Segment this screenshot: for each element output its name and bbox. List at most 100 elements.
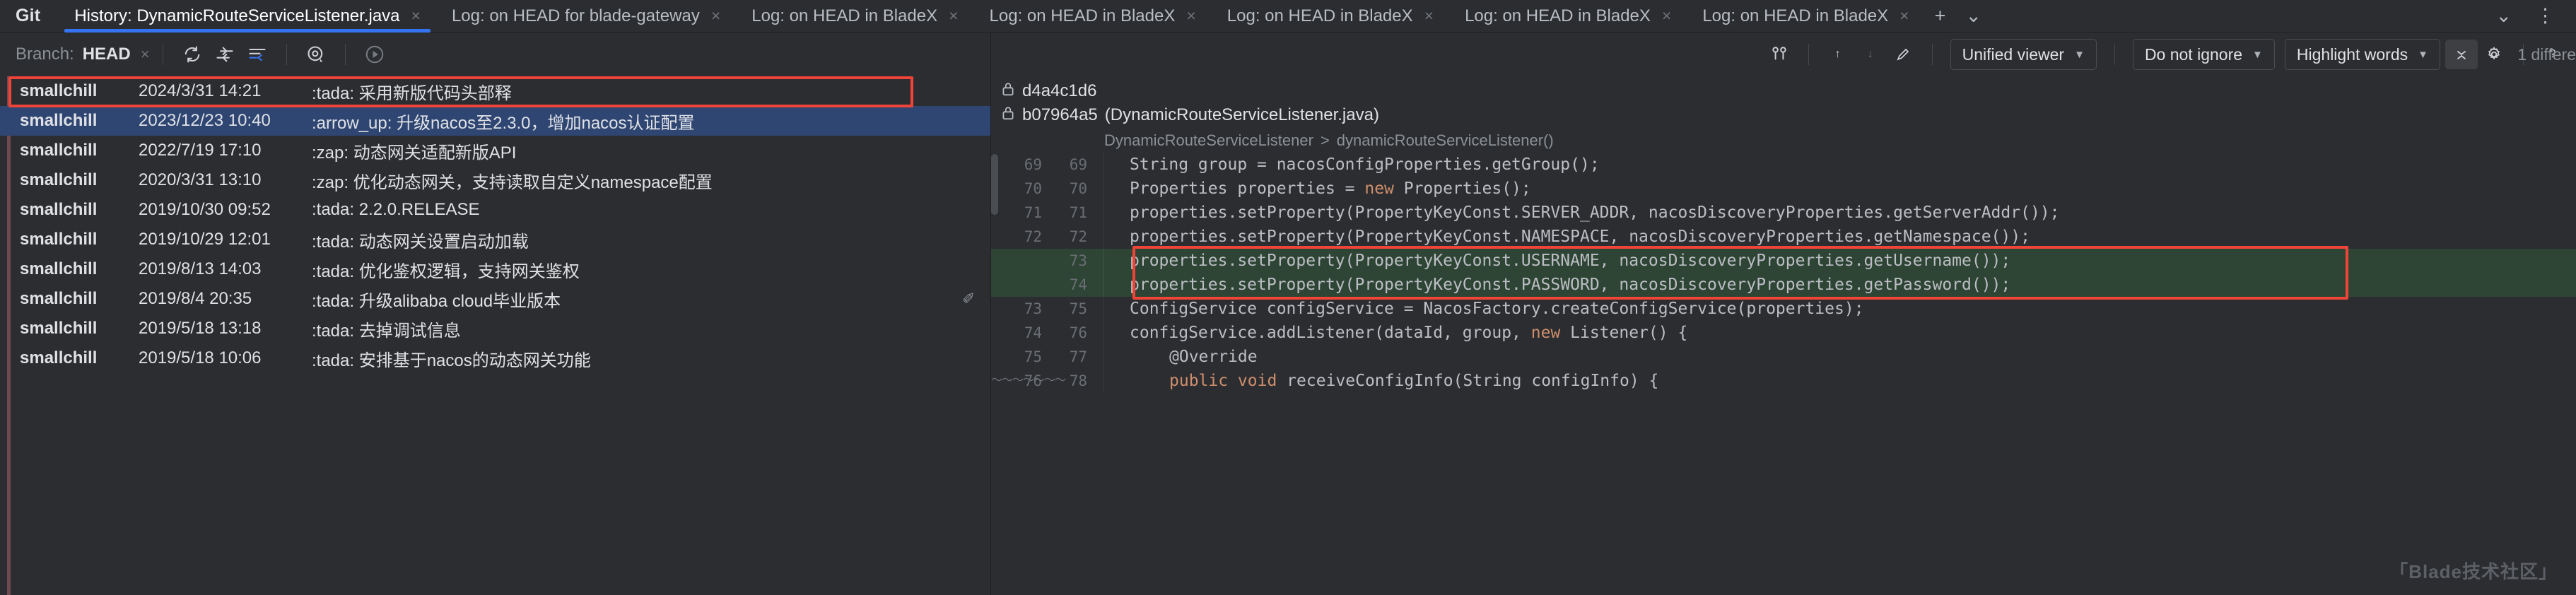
run-icon[interactable] [358,40,391,69]
table-row[interactable]: smallchill 2022/7/19 17:10 :zap: 动态网关适配新… [0,136,990,165]
commit-author: smallchill [20,81,98,100]
table-row[interactable]: smallchill 2024/3/31 14:21 :tada: 采用新版代码… [0,76,990,106]
revision-hash[interactable]: d4a4c1d6 [1022,81,1096,101]
breadcrumb-class[interactable]: DynamicRouteServiceListener [1104,131,1313,150]
close-icon[interactable]: × [949,8,958,24]
commit-author: smallchill [20,141,98,160]
compare-branches-icon[interactable] [1763,40,1796,69]
commit-subject: :tada: 动态网关设置启动加载 [312,232,529,252]
tab-log-bladex-3[interactable]: Log: on HEAD in BladeX × [1212,0,1449,32]
tabbar-window-controls: ⌄ ⋮ [2486,0,2576,32]
table-row[interactable]: smallchill 2019/10/29 12:01 :tada: 动态网关设… [0,225,990,254]
diff-toolbar-divider-1 [1808,44,1809,65]
more-options-icon[interactable]: ⋮ [2526,5,2565,27]
code-line: 75 77 @Override [991,345,2576,369]
diff-toolbar-divider-2 [1931,44,1933,65]
old-line-number: 74 [1024,324,1042,341]
vertical-scrollbar-thumb[interactable] [991,154,998,215]
commit-date: 2019/10/29 12:01 [139,230,271,249]
close-icon[interactable]: × [1424,8,1434,24]
add-tab-icon[interactable]: + [1925,0,1956,32]
gear-icon[interactable] [2478,40,2510,69]
table-row[interactable]: smallchill 2019/5/18 10:06 :tada: 安排基于na… [0,343,990,373]
breadcrumb-method[interactable]: dynamicRouteServiceListener() [1337,131,1554,150]
lock-icon [1001,81,1015,101]
new-line-number: 75 [1069,300,1087,317]
commit-author: smallchill [20,170,98,189]
toolbar-divider-3 [344,44,346,65]
filter-icon[interactable] [241,40,274,69]
table-row[interactable]: smallchill 2019/8/4 20:35 :tada: 升级aliba… [0,284,990,314]
table-row[interactable]: smallchill 2019/10/30 09:52 :tada: 2.2.0… [0,195,990,225]
code-line: 74 76 configService.addListener(dataId, … [991,321,2576,345]
refresh-icon[interactable] [176,40,209,69]
watermark-text: Blade技术社区 [2408,561,2539,582]
commit-table[interactable]: smallchill 2024/3/31 14:21 :tada: 采用新版代码… [0,76,990,595]
show-details-icon[interactable] [300,40,332,69]
table-row[interactable]: smallchill 2020/3/31 13:10 :zap: 优化动态网关，… [0,165,990,195]
old-line-number: 69 [1024,156,1042,173]
tab-log-blade-gateway[interactable]: Log: on HEAD for blade-gateway × [436,0,736,32]
next-difference-icon[interactable]: ↓ [1854,40,1887,69]
revision-header: d4a4c1d6 b07964a5 (DynamicRouteServiceLi… [991,76,2576,129]
breadcrumb: DynamicRouteServiceListener > dynamicRou… [991,129,2576,153]
lock-icon [1001,105,1015,125]
show-diff-icon[interactable] [209,40,241,69]
code-text: String group = nacosConfigProperties.get… [1130,155,1600,174]
collapse-unchanged-icon[interactable] [2445,40,2478,69]
close-icon[interactable]: × [1899,8,1909,24]
tab-log-bladex-4[interactable]: Log: on HEAD in BladeX × [1449,0,1687,32]
editor-settings-icon[interactable] [1887,40,1919,69]
git-tool-window-tabbar: Git History: DynamicRouteServiceListener… [0,0,2576,33]
minimize-icon[interactable]: ⌄ [2486,5,2522,27]
code-text: ConfigService configService = NacosFacto… [1130,300,1864,318]
highlight-mode-select[interactable]: Highlight words ▼ [2284,39,2440,70]
commit-date: 2020/3/31 13:10 [139,170,262,189]
close-icon[interactable]: × [711,8,720,24]
viewer-mode-select[interactable]: Unified viewer ▼ [1950,39,2097,70]
collapsed-fold-marker-bottom[interactable]: 〜〜〜〜〜〜〜 [991,370,1104,382]
table-row[interactable]: smallchill 2023/12/23 10:40 :arrow_up: 升… [0,106,990,136]
code-line: 70 70 Properties properties = new Proper… [991,177,2576,201]
commit-author: smallchill [20,230,98,249]
line-number-gutter: 75 77 [991,345,1104,369]
commit-date: 2019/8/13 14:03 [139,259,262,278]
table-row[interactable]: smallchill 2019/8/13 14:03 :tada: 优化鉴权逻辑… [0,254,990,284]
table-row[interactable]: smallchill 2019/5/18 13:18 :tada: 去掉调试信息 [0,314,990,343]
code-text: properties.setProperty(PropertyKeyConst.… [1130,204,2060,222]
revision-file: (DynamicRouteServiceListener.java) [1104,105,1379,124]
diff-code-area[interactable]: 〜〜〜〜〜〜〜 69 69 String group = nacosConfig… [991,153,2576,595]
whitespace-mode-select[interactable]: Do not ignore ▼ [2132,39,2275,70]
commit-author: smallchill [20,289,98,308]
chevron-down-icon[interactable]: ⌄ [1955,0,1991,32]
old-line-number: 73 [1024,300,1042,317]
difference-count-label: 1 differe [2517,45,2576,64]
code-line: 73 75 ConfigService configService = Naco… [991,297,2576,321]
previous-difference-icon[interactable]: ↑ [1822,40,1854,69]
branch-filter-toolbar: Branch: HEAD × [0,33,990,76]
new-line-number: 74 [1069,276,1087,293]
tab-label: History: DynamicRouteServiceListener.jav… [74,6,400,25]
code-line-added: 74 properties.setProperty(PropertyKeyCon… [991,273,2576,297]
tab-log-bladex-5[interactable]: Log: on HEAD in BladeX × [1687,0,1924,32]
tab-log-bladex-2[interactable]: Log: on HEAD in BladeX × [974,0,1212,32]
close-icon[interactable]: × [411,8,421,24]
tab-history-dynamicrouteservicelistener[interactable]: History: DynamicRouteServiceListener.jav… [59,0,436,33]
diff-viewer-pane: ↑ ↓ Unified viewer ▼ Do not ignore ▼ Hig… [991,33,2576,595]
revision-hash[interactable]: b07964a5 [1022,105,1098,125]
commit-date: 2019/5/18 10:06 [139,348,262,367]
close-icon[interactable]: × [1186,8,1195,24]
branch-value[interactable]: HEAD [83,45,131,64]
new-line-number: 73 [1069,252,1087,269]
toolbar-divider-2 [286,44,287,65]
clear-branch-filter-icon[interactable]: × [141,45,150,64]
commit-author: smallchill [20,259,98,278]
commit-date: 2019/5/18 13:18 [139,319,262,338]
close-icon[interactable]: × [1662,8,1671,24]
old-line-number: 71 [1024,204,1042,221]
commit-date: 2024/3/31 14:21 [139,81,262,100]
line-number-gutter: 73 [991,249,1104,273]
code-text: properties.setProperty(PropertyKeyConst.… [1130,276,2011,294]
tab-log-bladex-1[interactable]: Log: on HEAD in BladeX × [736,0,973,32]
chevron-down-icon: ▼ [2252,48,2263,61]
